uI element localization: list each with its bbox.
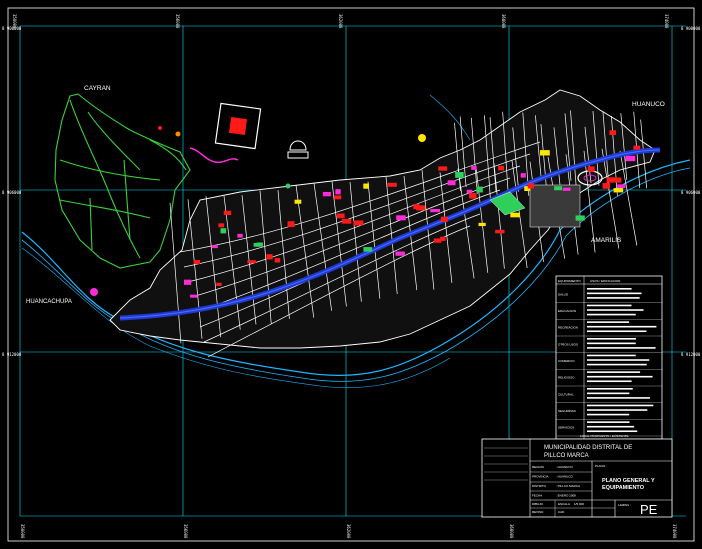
- legend-group-cultural: CULTURAL: [558, 392, 574, 396]
- grid-labels-top: 350000 356000 362000 368000 374000: [12, 14, 669, 29]
- reservoir-icon: [287, 140, 309, 159]
- place-label-amarilis: AMARILIS: [591, 237, 622, 244]
- access-road-magenta: [189, 147, 239, 164]
- lamina-label: LAMINA :: [618, 503, 631, 507]
- place-label-huancachupa: HUANCACHUPA: [26, 299, 72, 305]
- title-row-label: REGION: [532, 465, 544, 469]
- grid-label-right-2: 8 906000: [681, 190, 701, 195]
- grid-labels-right: 8 900000 8 906000 8 912000: [681, 26, 701, 357]
- title-row-value: : HUANUCO: [556, 475, 574, 479]
- grid-label-top-5: 374000: [664, 14, 669, 29]
- legend-footer-note: LOCAL PROPUESTO / EXISTENTE: [580, 434, 629, 438]
- huancachupa-marker: [90, 288, 98, 296]
- footer-cad: CAD: [558, 510, 565, 514]
- grid-labels-bottom: 350000 356000 362000 368000 374000: [20, 524, 677, 539]
- city-centre-blocks: [529, 184, 581, 228]
- title-row-value: : HUANUCO: [556, 465, 574, 469]
- grid-label-left-1: 8 900000: [2, 26, 22, 31]
- legend-group-servicios: SERVICIOS: [558, 426, 574, 430]
- title-entity-line2: PILLCO MARCA: [544, 453, 589, 459]
- grid-label-top-3: 362000: [338, 14, 343, 29]
- grid-label-right-1: 8 900000: [681, 26, 701, 31]
- yellow-marker: [418, 134, 426, 142]
- title-row-value: : PILLCO MARCA: [556, 484, 580, 488]
- legend-group-otros-usos: OTROS USOS: [558, 342, 578, 346]
- footer-reviso: REVISO: [532, 510, 544, 514]
- legend-group-salud: SALUD: [558, 292, 569, 296]
- grid-labels-left: 8 900000 8 906000 8 912000: [2, 26, 22, 357]
- footer-scale-value: 1/5,000: [574, 502, 584, 506]
- grid-label-top-2: 356000: [175, 14, 180, 29]
- grid-label-right-3: 8 912000: [681, 352, 701, 357]
- title-row-label: DISTRITO: [532, 484, 547, 488]
- title-row-label: PROVINCIA: [532, 475, 549, 479]
- rural-zone: [54, 93, 191, 269]
- legend-panel: EQUIPAMIENTO USOS / EDIFICACION SALUD EDU…: [555, 275, 663, 440]
- grid-label-bottom-5: 374000: [672, 524, 677, 539]
- title-entity-line1: MUNICIPALIDAD DISTRITAL DE: [544, 445, 632, 451]
- title-row-label: FECHA: [532, 494, 542, 498]
- legend-group-comercio: COMERCIO: [558, 359, 575, 363]
- sheet-code: PE: [640, 502, 658, 517]
- plano-label: PLANO :: [595, 464, 607, 468]
- legend-header-right: USOS / EDIFICACION: [590, 279, 620, 283]
- grid-label-bottom-4: 368000: [509, 524, 514, 539]
- plan-title-line1: PLANO GENERAL Y: [602, 478, 655, 484]
- grid-label-top-4: 368000: [501, 14, 506, 29]
- legend-group-recreacion: RECREACION: [558, 326, 578, 330]
- place-label-cayran: CAYRAN: [84, 85, 111, 92]
- grid-label-bottom-3: 362000: [346, 524, 351, 539]
- grid-label-left-3: 8 912000: [2, 352, 22, 357]
- legend-group-seguridad: SEGURIDAD: [558, 409, 577, 413]
- footer-dibujo: DIBUJO: [532, 502, 544, 506]
- legend-group-religioso: RELIGIOSO: [558, 376, 575, 380]
- grid-label-bottom-1: 350000: [20, 524, 25, 539]
- legend-header-left: EQUIPAMIENTO: [558, 279, 581, 283]
- map-canvas[interactable]: 350000 356000 362000 368000 374000 35000…: [0, 0, 702, 549]
- title-block: MUNICIPALIDAD DISTRITAL DE PILLCO MARCA …: [481, 438, 673, 518]
- grid-label-left-2: 8 906000: [2, 190, 22, 195]
- title-row-value: : ENERO 2008: [556, 494, 576, 498]
- footer-escala: ESCALA: [558, 502, 570, 506]
- place-label-huanuco: HUANUCO: [632, 101, 665, 108]
- legend-group-educacion: EDUCACION: [558, 309, 576, 313]
- grid-label-bottom-2: 356000: [183, 524, 188, 539]
- plan-title-line2: EQUIPAMIENTO: [602, 485, 645, 491]
